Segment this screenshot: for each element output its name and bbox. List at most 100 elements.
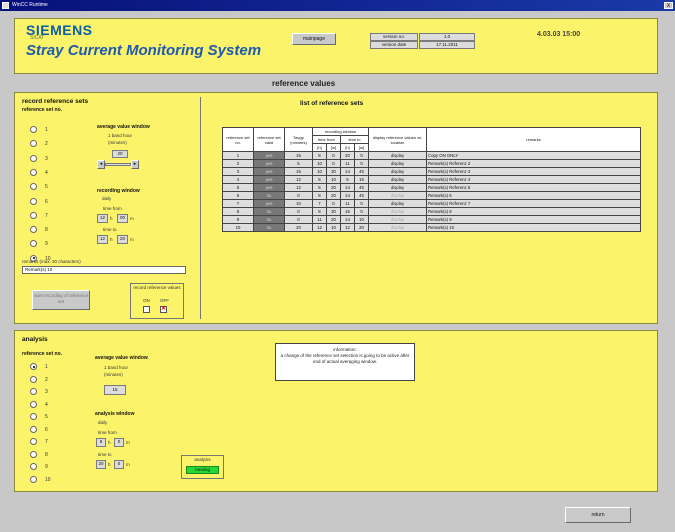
analysis-radio-label: 8 [45,451,48,458]
display-button[interactable]: display [368,159,428,168]
record-to-label: time to [103,227,117,232]
analysis-to-label: time to [98,452,112,457]
cell-fh: 5 [312,183,327,192]
display-button[interactable]: display [368,207,428,216]
record-from-minute-input[interactable]: 00 [117,214,128,223]
record-avg-title: average value window [97,124,150,130]
cell-rem: Remark(s) Referenz 5 [426,183,642,192]
cell-rem: Remark(s) 6 [426,191,642,200]
window-titlebar: WinCC Runtime [0,0,675,11]
cell-tm: 0 [353,151,370,160]
analysis-radio-8[interactable] [30,450,37,458]
record-radio-6[interactable] [30,197,37,205]
display-button[interactable]: display [368,223,428,232]
table-row: 3 yes 15 10 30 14 45 display Remark(s) Referenz … [222,167,642,176]
reference-sets-body: 1 yes 15 8 0 20 0 display Copy ON ONLY 2 yes 5 10 0 11… [222,151,642,232]
cell-fh: 10 [312,167,327,176]
table-row: 4 yes 12 5 10 6 15 display Remark(s) Referenz 4 [222,175,642,184]
analysis-radio-7[interactable] [30,438,37,445]
analysis-radio-label: 3 [45,389,48,395]
record-to-minute-input[interactable]: 20 [117,235,128,244]
record-avg-slider-track[interactable] [105,163,131,166]
record-radio-label: 3 [45,155,48,162]
record-radio-4[interactable] [30,168,37,176]
cell-th: 11 [340,159,355,168]
analysis-radio-label: 2 [45,376,48,383]
record-to-hour-input[interactable]: 12 [97,235,108,244]
cell-valid: no [253,207,285,216]
record-title: record reference sets [22,98,89,105]
cell-tavg: 20 [284,223,313,232]
remarks-input[interactable]: Remark(s) 10 [22,266,186,274]
analysis-status-label: analysis [194,457,211,462]
close-icon[interactable]: X [664,2,673,9]
window-title: WinCC Runtime [12,2,48,8]
cell-th: 15 [340,207,355,216]
mainpage-button[interactable]: mainpage [292,33,336,45]
analysis-radio-6[interactable] [30,425,37,433]
record-from-hour-input[interactable]: 12 [97,214,108,223]
analysis-radio-1[interactable] [30,363,37,370]
analysis-radio-5[interactable] [30,413,37,420]
cell-th: 11 [340,199,355,208]
analysis-to-m-unit: m [126,462,130,467]
record-window-title: recording window [97,188,140,194]
record-values-label: record reference values [133,285,181,290]
on-label: ON [143,298,150,303]
analysis-radio-10[interactable] [30,475,37,483]
start-recording-button[interactable]: start recording of reference set [32,290,90,310]
cell-tm: 45 [353,191,370,200]
cell-th: 20 [340,151,355,160]
cell-tavg: 5 [284,159,313,168]
cell-no: 3 [222,167,254,176]
cell-fm: 0 [326,199,341,208]
cell-fm: 30 [326,167,341,176]
record-radio-7[interactable] [30,211,37,219]
version-date-label: version date [370,41,418,49]
col-to: time to [339,135,370,144]
col-to-h: [h] [340,143,355,152]
clock: 4.03.03 15:00 [537,31,581,38]
remarks-label: remarks (max. 30 characters) [22,259,81,264]
analysis-radio-4[interactable] [30,400,37,408]
record-on-checkbox[interactable] [143,306,150,313]
slider-left-icon[interactable]: ◂ [97,160,105,169]
cell-valid: no [253,215,285,224]
analysis-to-h-unit: h [108,462,111,467]
analysis-from-label: time from [98,430,117,435]
display-button[interactable]: display [368,183,428,192]
slider-right-icon[interactable]: ▸ [131,160,139,169]
display-button[interactable]: display [368,151,428,160]
cell-fh: 10 [312,159,327,168]
display-button[interactable]: display [368,175,428,184]
record-radio-label: 1 [45,127,48,133]
record-avg-sub2: (minutes) [108,140,127,145]
display-button[interactable]: display [368,167,428,176]
analysis-radio-label: 6 [45,426,48,433]
analysis-from-minute: 0 [114,438,124,447]
cell-no: 7 [222,199,254,208]
record-radio-3[interactable] [30,154,37,162]
cell-tm: 0 [353,207,370,216]
cell-fh: 12 [312,223,327,232]
display-button[interactable]: display [368,215,428,224]
record-off-checkbox[interactable]: ✕ [160,306,167,313]
analysis-radio-label: 1 [45,364,48,370]
cell-no: 1 [222,151,254,160]
analysis-radio-2[interactable] [30,375,37,383]
display-button[interactable]: display [368,191,428,200]
reference-sets-table: reference set no. reference set valid Ta… [222,127,642,232]
return-button[interactable]: return [565,507,631,523]
cell-no: 2 [222,159,254,168]
record-radio-1[interactable] [30,126,37,133]
display-button[interactable]: display [368,199,428,208]
analysis-radio-3[interactable] [30,388,37,395]
record-set-label: reference set no. [22,107,63,113]
table-row: 2 yes 5 10 0 11 0 display Remark(s) Referenz 2 [222,159,642,168]
analysis-radio-9[interactable] [30,463,37,470]
cell-fm: 0 [326,151,341,160]
record-radio-label: 2 [45,141,48,148]
cell-fm: 20 [326,215,341,224]
information-box: information: a change of the reference s… [275,343,415,381]
cell-no: 5 [222,183,254,192]
